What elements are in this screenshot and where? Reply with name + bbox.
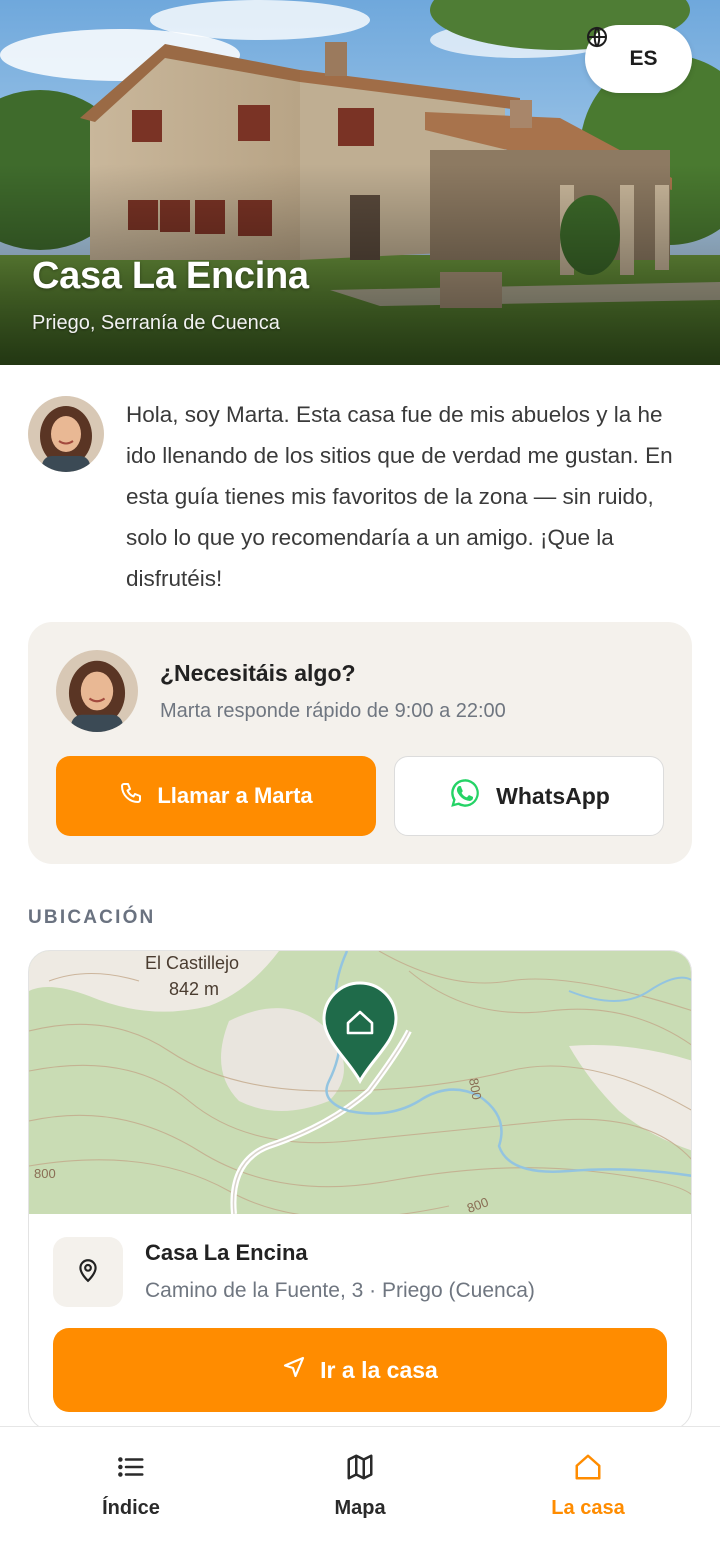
- location-name: Casa La Encina: [145, 1240, 308, 1265]
- location-address: Camino de la Fuente, 3 · Priego (Cuenca): [145, 1279, 535, 1302]
- navigation-arrow-icon: [282, 1355, 306, 1385]
- language-button[interactable]: ES: [585, 25, 692, 93]
- map-icon: [345, 1452, 375, 1487]
- host-intro-text: Hola, soy Marta. Esta casa fue de mis ab…: [126, 402, 673, 591]
- nav-item-house[interactable]: La casa: [488, 1427, 688, 1558]
- language-code: ES: [629, 47, 658, 70]
- whatsapp-button-label: WhatsApp: [496, 782, 610, 809]
- property-location: Priego, Serranía de Cuenca: [32, 312, 280, 334]
- list-icon: [116, 1452, 146, 1487]
- call-host-button[interactable]: Llamar a Marta: [56, 756, 376, 836]
- host-avatar: [28, 396, 104, 472]
- call-button-label: Llamar a Marta: [157, 783, 313, 808]
- nav-label-index: Índice: [102, 1497, 160, 1519]
- whatsapp-icon: [448, 776, 482, 816]
- bottom-navigation: Índice Mapa La casa: [0, 1426, 720, 1558]
- property-title: Casa La Encina: [32, 255, 309, 297]
- nav-label-house: La casa: [551, 1497, 625, 1519]
- home-icon: [573, 1452, 603, 1487]
- host-avatar: [56, 650, 138, 732]
- hero-section: Casa La Encina Priego, Serranía de Cuenc…: [0, 0, 720, 365]
- map-contour-label: 800: [34, 1166, 56, 1181]
- location-card: El Castillejo 842 m 800 800 800 Casa La …: [28, 950, 692, 1430]
- phone-icon: [119, 781, 143, 811]
- contact-title: ¿Necesitáis algo?: [160, 660, 356, 686]
- nav-label-map: Mapa: [334, 1497, 386, 1519]
- location-map[interactable]: El Castillejo 842 m 800 800 800: [29, 951, 692, 1214]
- location-pin-icon: [75, 1257, 101, 1288]
- directions-button[interactable]: Ir a la casa: [53, 1328, 667, 1412]
- contact-hours: Marta responde rápido de 9:00 a 22:00: [160, 700, 506, 722]
- section-heading-location: UBICACIÓN: [28, 907, 156, 928]
- map-place-label: El Castillejo: [145, 953, 239, 973]
- nav-item-map[interactable]: Mapa: [260, 1427, 460, 1558]
- nav-item-index[interactable]: Índice: [31, 1427, 231, 1558]
- location-pin-badge: [53, 1237, 123, 1307]
- whatsapp-button[interactable]: WhatsApp: [394, 756, 664, 836]
- contact-card: ¿Necesitáis algo? Marta responde rápido …: [28, 622, 692, 864]
- directions-button-label: Ir a la casa: [320, 1356, 438, 1383]
- map-elevation-label: 842 m: [169, 979, 219, 999]
